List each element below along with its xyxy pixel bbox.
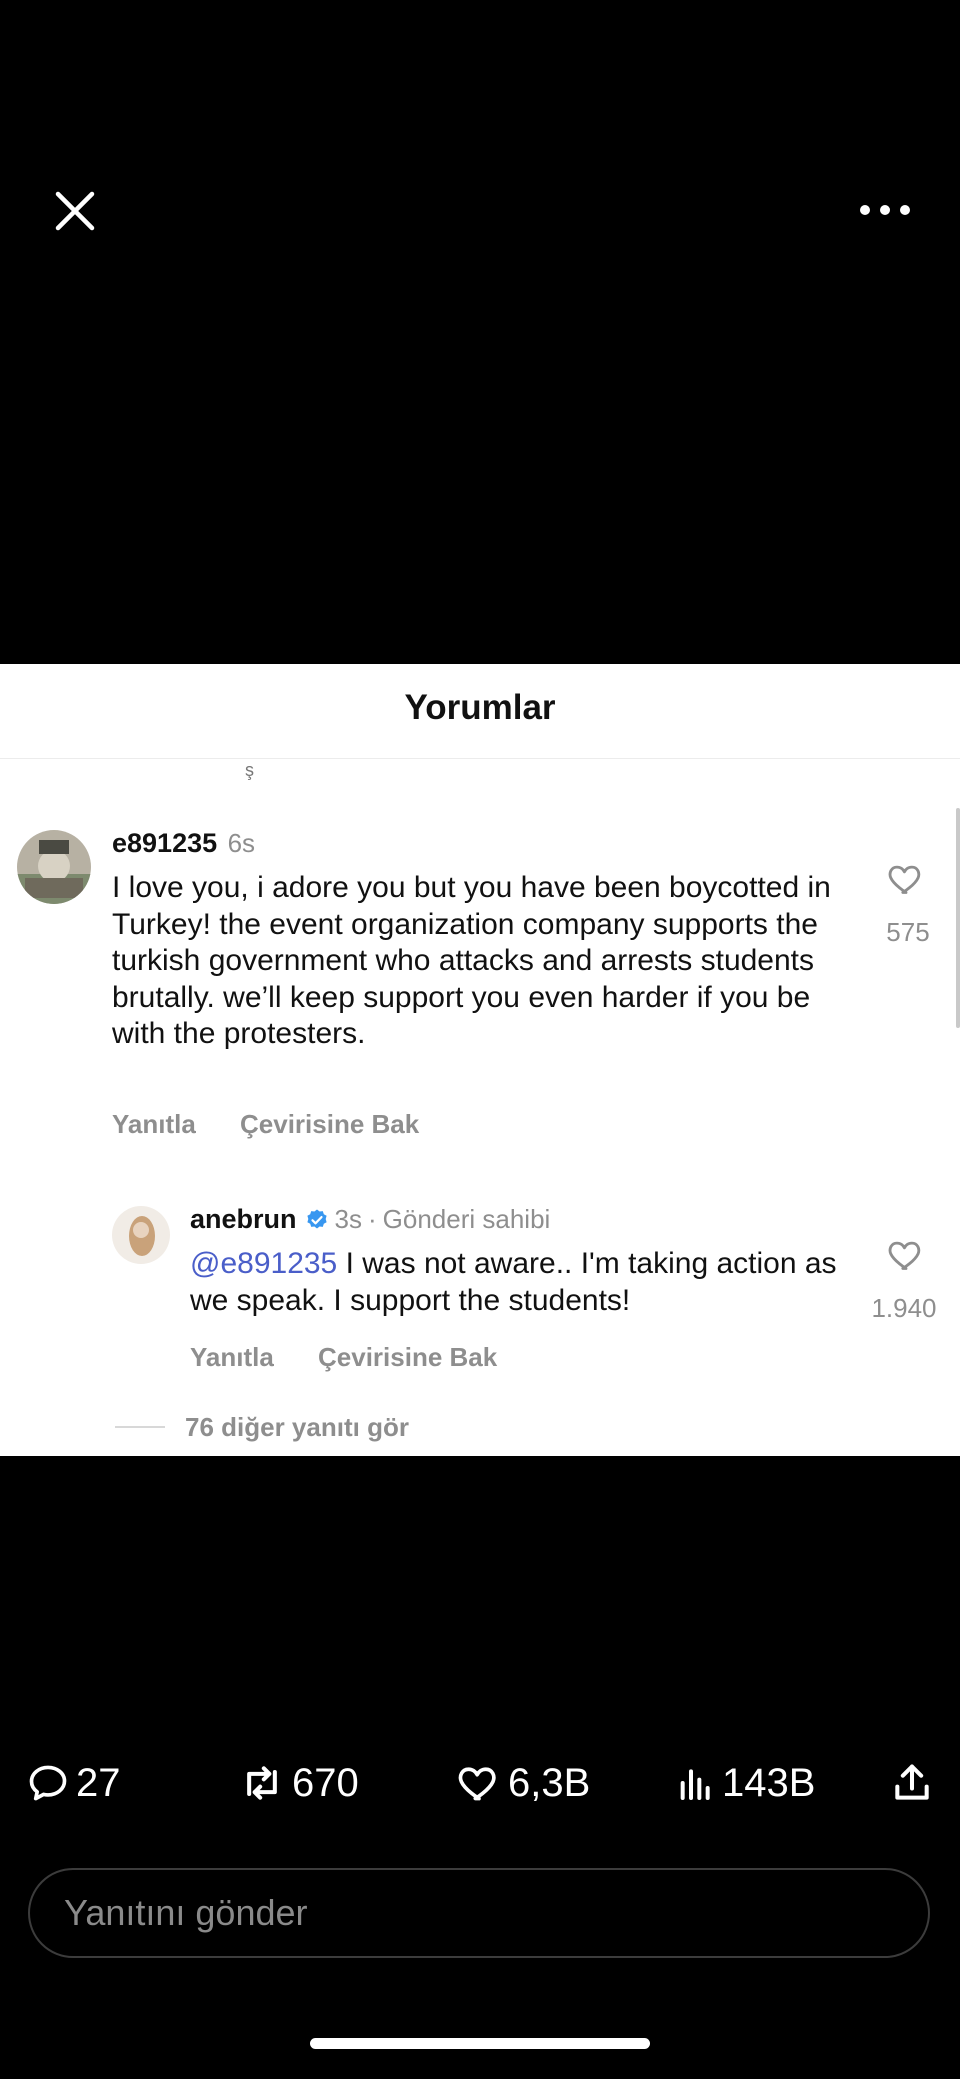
comment-icon bbox=[29, 1765, 67, 1801]
sheet-title: Yorumlar bbox=[404, 688, 556, 727]
comment-time: 6s bbox=[227, 828, 256, 858]
heart-icon bbox=[458, 1767, 496, 1801]
avatar[interactable] bbox=[112, 1206, 170, 1264]
clipped-text: ş bbox=[245, 760, 254, 780]
reply-input[interactable] bbox=[28, 1868, 930, 1958]
sheet-header: Yorumlar bbox=[0, 664, 960, 759]
comment-username[interactable]: e891235 bbox=[112, 828, 217, 858]
comment-header: e891235 6s bbox=[112, 828, 255, 859]
author-badge: Gönderi sahibi bbox=[382, 1204, 551, 1234]
verified-icon bbox=[306, 1209, 327, 1228]
reposts-stat[interactable]: 670 bbox=[238, 1758, 359, 1808]
like-count: 1.940 bbox=[871, 1293, 937, 1323]
reposts-count: 670 bbox=[292, 1760, 359, 1805]
views-icon bbox=[680, 1769, 710, 1800]
likes-count: 6,3B bbox=[508, 1760, 591, 1805]
like-button[interactable] bbox=[886, 1236, 926, 1274]
avatar[interactable] bbox=[17, 830, 91, 904]
reply-username[interactable]: anebrun bbox=[190, 1204, 297, 1235]
separator: · bbox=[367, 1204, 377, 1234]
close-button[interactable] bbox=[50, 186, 100, 236]
translate-button[interactable]: Çevirisine Bak bbox=[318, 1342, 497, 1373]
translate-button[interactable]: Çevirisine Bak bbox=[240, 1109, 419, 1140]
repost-icon bbox=[247, 1766, 277, 1800]
heart-icon bbox=[888, 865, 921, 894]
share-icon bbox=[895, 1764, 929, 1800]
reply-text: @e891235 I was not aware.. I'm taking ac… bbox=[190, 1246, 840, 1319]
scrollbar[interactable] bbox=[956, 808, 960, 1028]
more-replies-divider bbox=[115, 1426, 165, 1428]
more-icon bbox=[860, 205, 910, 215]
heart-icon bbox=[888, 1241, 921, 1270]
comment-text: I love you, i adore you but you have bee… bbox=[112, 871, 831, 1050]
reply-time: 3s bbox=[334, 1204, 362, 1234]
view-more-replies[interactable]: 76 diğer yanıtı gör bbox=[185, 1412, 409, 1443]
reply-button[interactable]: Yanıtla bbox=[112, 1109, 196, 1140]
like-button[interactable] bbox=[886, 860, 926, 898]
comments-stat[interactable]: 27 bbox=[26, 1758, 121, 1808]
more-options-button[interactable] bbox=[855, 195, 915, 225]
likes-stat[interactable]: 6,3B bbox=[456, 1758, 590, 1808]
comments-count: 27 bbox=[76, 1760, 121, 1805]
reply-button[interactable]: Yanıtla bbox=[190, 1342, 274, 1373]
mention-link[interactable]: @e891235 bbox=[190, 1247, 337, 1280]
reply-header: anebrun 3s · Gönderi sahibi bbox=[190, 1204, 550, 1235]
like-count: 575 bbox=[886, 917, 930, 947]
close-icon bbox=[55, 191, 95, 231]
home-indicator[interactable] bbox=[310, 2038, 650, 2049]
share-button[interactable] bbox=[890, 1758, 940, 1808]
comments-sheet: Yorumlar ş e891235 6s I love you, i ador… bbox=[0, 664, 960, 1456]
views-count: 143B bbox=[722, 1760, 816, 1805]
views-stat[interactable]: 143B bbox=[676, 1758, 815, 1808]
